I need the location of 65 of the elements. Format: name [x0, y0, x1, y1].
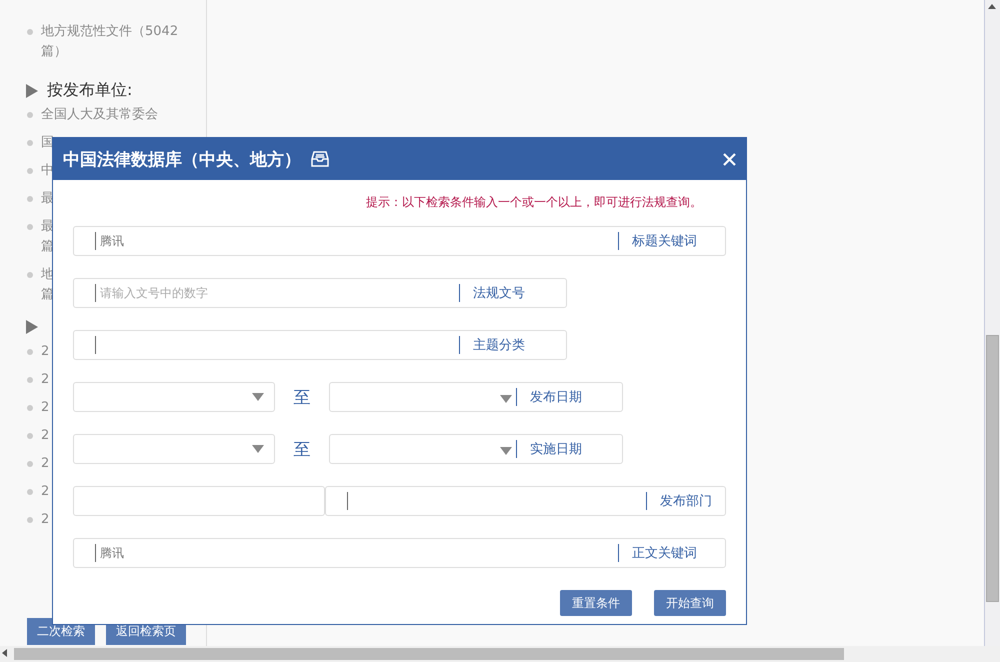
scrollbar-thumb[interactable]	[14, 648, 844, 660]
range-separator: 至	[292, 386, 312, 408]
text-field[interactable]: 请输入文号中的数字 法规文号	[73, 278, 567, 308]
bullet-icon	[27, 112, 33, 118]
dropdown-arrow-icon[interactable]	[500, 394, 512, 402]
field-label: 发布部门	[646, 492, 725, 510]
text-field[interactable]: 主题分类	[73, 330, 567, 360]
expand-triangle-icon[interactable]	[25, 320, 39, 334]
sidebar-item[interactable]: 2	[41, 426, 50, 446]
sidebar-item[interactable]: 地方规范性文件（5042 篇）	[41, 22, 178, 62]
bullet-icon	[27, 349, 33, 355]
field-label: 主题分类	[459, 336, 566, 354]
section-header: 按发布单位:	[47, 80, 132, 101]
bullet-icon	[27, 196, 33, 202]
sidebar-item[interactable]: 2	[41, 342, 50, 362]
sidebar-item[interactable]: 最	[41, 189, 54, 209]
bullet-icon	[27, 377, 33, 383]
text-field[interactable]: 腾讯 正文关键词	[73, 538, 726, 568]
dropdown-arrow-icon[interactable]	[500, 446, 512, 454]
hint-text: 提示：以下检索条件输入一个或一个以上，即可进行法规查询。	[365, 194, 703, 211]
sidebar-item[interactable]: 全国人大及其常委会	[41, 105, 158, 125]
bullet-icon	[27, 29, 33, 35]
bullet-icon	[27, 517, 33, 523]
sidebar-item[interactable]: 2	[41, 398, 50, 418]
bullet-icon	[27, 433, 33, 439]
text-field[interactable]	[73, 486, 325, 516]
scroll-left-icon[interactable]	[2, 649, 7, 657]
input-field[interactable]: 腾讯	[95, 544, 618, 562]
field-label: 发布日期	[516, 388, 622, 406]
sidebar-item[interactable]: 2	[41, 454, 50, 474]
dialog-title: 中国法律数据库（中央、地方）	[63, 148, 301, 170]
sidebar-item[interactable]: 2	[41, 510, 50, 530]
action-button[interactable]: 开始查询	[654, 590, 726, 616]
horizontal-scrollbar[interactable]	[0, 646, 1000, 662]
close-icon[interactable]	[723, 152, 736, 166]
range-separator: 至	[292, 438, 312, 460]
sidebar-item[interactable]: 中	[41, 161, 54, 181]
text-field[interactable]: 腾讯 标题关键词	[73, 226, 726, 256]
bullet-icon	[27, 489, 33, 495]
field-label: 实施日期	[516, 440, 622, 458]
bullet-icon	[27, 140, 33, 146]
scroll-up-icon[interactable]	[988, 4, 996, 9]
field-label: 正文关键词	[618, 544, 725, 562]
bullet-icon	[27, 224, 33, 230]
input-field[interactable]: 请输入文号中的数字	[95, 284, 459, 302]
bullet-icon	[27, 272, 33, 278]
dropdown-arrow-icon[interactable]	[252, 445, 264, 453]
inbox-icon[interactable]	[311, 151, 329, 167]
bullet-icon	[27, 168, 33, 174]
sidebar-item[interactable]: 2	[41, 482, 50, 502]
date-select[interactable]: 实施日期	[329, 434, 623, 464]
field-label: 标题关键词	[618, 232, 725, 250]
bullet-icon	[27, 405, 33, 411]
sidebar-item[interactable]: 最 篇	[41, 217, 54, 257]
sidebar-item[interactable]: 2	[41, 370, 50, 390]
vertical-scrollbar[interactable]	[984, 0, 1000, 646]
date-select[interactable]: 发布日期	[329, 382, 623, 412]
action-button[interactable]: 重置条件	[560, 590, 632, 616]
scrollbar-thumb[interactable]	[986, 335, 999, 602]
bullet-icon	[27, 461, 33, 467]
text-field[interactable]: 发布部门	[324, 486, 726, 516]
expand-triangle-icon[interactable]	[25, 84, 39, 98]
field-label: 法规文号	[459, 284, 566, 302]
dropdown-arrow-icon[interactable]	[252, 393, 264, 401]
input-field[interactable]: 腾讯	[95, 232, 618, 250]
